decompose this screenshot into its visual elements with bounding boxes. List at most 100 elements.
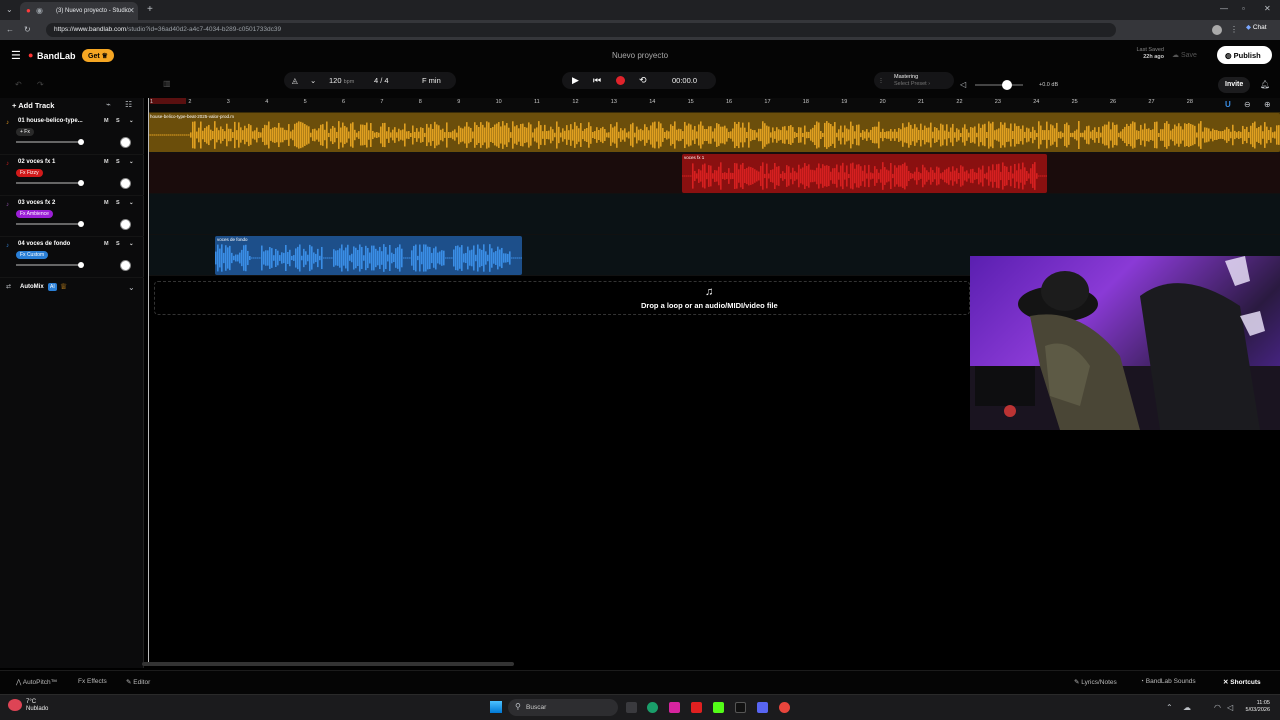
youtube-icon[interactable] <box>691 702 702 713</box>
browser-tab[interactable]: ● ◉ (3) Nuevo proyecto - Studio ✕ <box>20 2 138 20</box>
taskbar-search[interactable]: ⚲ Buscar <box>508 699 618 716</box>
close-tab-icon[interactable]: ✕ <box>128 7 135 15</box>
lane-track-2[interactable]: voces fx 1 <box>148 153 1280 194</box>
lyrics-notes-button[interactable]: ✎ Lyrics/Notes <box>1074 678 1117 686</box>
play-icon[interactable]: ▶ <box>572 75 579 86</box>
bpm-field[interactable]: 120 bpm <box>329 76 354 85</box>
edge-browser-icon[interactable] <box>647 702 658 713</box>
chevron-down-icon[interactable]: ⌄ <box>129 118 134 124</box>
save-button[interactable]: ☁ Save <box>1172 51 1197 59</box>
metronome-icon[interactable]: ◬ <box>292 76 298 85</box>
tab-list-icon[interactable]: ⌄ <box>6 6 13 14</box>
mute-button[interactable]: M <box>104 159 109 165</box>
horizontal-scrollbar[interactable] <box>142 662 514 666</box>
loop-icon[interactable]: ⟲ <box>639 75 647 86</box>
solo-button[interactable]: S <box>116 241 120 247</box>
back-icon[interactable]: ← <box>6 26 14 34</box>
track-pan-knob[interactable] <box>120 137 131 148</box>
close-window-icon[interactable]: ✕ <box>1264 5 1271 13</box>
snap-magnet-icon[interactable]: U <box>1225 101 1231 109</box>
zoom-out-icon[interactable]: ⊖ <box>1244 101 1251 109</box>
speaker-icon[interactable]: ◁ <box>960 81 966 89</box>
track-fx-badge[interactable]: Fx Custom <box>16 251 49 259</box>
track-volume-knob[interactable] <box>78 180 84 186</box>
playhead[interactable] <box>148 98 149 666</box>
effects-button[interactable]: Fx Effects <box>78 678 107 685</box>
add-track-button[interactable]: + Add Track <box>12 101 54 110</box>
track-pan-knob[interactable] <box>120 178 131 189</box>
lane-track-1[interactable]: house-belico-type-beat-2025-valor-prod.m <box>148 112 1280 153</box>
weather-widget[interactable]: 7°C Nublado <box>26 699 48 713</box>
mute-button[interactable]: M <box>104 200 109 206</box>
wifi-icon[interactable]: ◠ <box>1214 704 1221 712</box>
track-header[interactable]: ♪ 03 voces fx 2 M S ⌄ Fx Ambience <box>0 196 144 237</box>
tuner-icon[interactable]: ⌁ <box>106 101 111 109</box>
track-volume-slider[interactable] <box>16 182 82 184</box>
solo-button[interactable]: S <box>116 118 120 124</box>
bandlab-logo[interactable]: BandLab <box>37 51 76 61</box>
chevron-down-icon[interactable]: ⌄ <box>128 284 135 292</box>
chevron-down-icon[interactable]: ⌄ <box>129 159 134 165</box>
chevron-down-icon[interactable]: ⌄ <box>129 200 134 206</box>
track-header[interactable]: ♪ 01 house-belico-type... M S ⌄ + Fx <box>0 114 144 155</box>
instagram-icon[interactable] <box>669 702 680 713</box>
record-icon[interactable] <box>616 76 625 85</box>
minimize-icon[interactable]: — <box>1220 5 1228 13</box>
volume-icon[interactable]: ◁ <box>1227 704 1233 712</box>
track-fx-badge[interactable]: + Fx <box>16 128 34 136</box>
autopitch-button[interactable]: ⋀ AutoPitch™ <box>16 678 57 686</box>
clip-voces-de-fondo[interactable]: voces de fondo <box>215 236 522 275</box>
timeline-ruler[interactable]: 1 2 3 4 5 6 7 8 9 10 11 12 13 14 15 16 17 18 19 20 21 22 23 24 2… <box>148 98 1280 112</box>
track-volume-knob[interactable] <box>78 139 84 145</box>
shortcuts-button[interactable]: ✕ Shortcuts <box>1223 678 1261 686</box>
mute-button[interactable]: M <box>104 241 109 247</box>
track-volume-slider[interactable] <box>16 264 82 266</box>
chrome-icon[interactable] <box>779 702 790 713</box>
time-signature[interactable]: 4 / 4 <box>374 76 389 85</box>
loop-region[interactable] <box>150 98 186 104</box>
get-button[interactable]: Get ♕ <box>82 49 114 62</box>
track-volume-slider[interactable] <box>16 141 82 143</box>
track-name[interactable]: 01 house-belico-type... <box>18 118 83 124</box>
track-name[interactable]: 03 voces fx 2 <box>18 200 55 206</box>
zoom-in-icon[interactable]: ⊕ <box>1264 101 1271 109</box>
publish-button[interactable]: ◍ Publish <box>1217 46 1272 64</box>
drop-zone[interactable]: ♫ Drop a loop or an audio/MIDI/video fil… <box>154 281 970 315</box>
reload-icon[interactable]: ↻ <box>24 26 31 34</box>
track-name[interactable]: 02 voces fx 1 <box>18 159 55 165</box>
automix-row[interactable]: ⇄ AutoMix AI ♕ ⌄ <box>0 281 144 295</box>
track-pan-knob[interactable] <box>120 260 131 271</box>
system-clock[interactable]: 11:05 5/03/2026 <box>1240 700 1270 714</box>
kick-icon[interactable] <box>713 702 724 713</box>
track-volume-knob[interactable] <box>78 221 84 227</box>
track-header[interactable]: ♪ 02 voces fx 1 M S ⌄ Fx Fizzy <box>0 155 144 196</box>
new-tab-icon[interactable]: + <box>147 5 153 15</box>
track-volume-slider[interactable] <box>16 223 82 225</box>
mixer-toggle-icon[interactable]: ▥ <box>163 80 171 88</box>
tray-chevron-icon[interactable]: ⌃ <box>1166 704 1173 712</box>
editor-button[interactable]: ✎ Editor <box>126 678 150 686</box>
track-fx-badge[interactable]: Fx Fizzy <box>16 169 43 177</box>
chat-button[interactable]: ◆ Chat <box>1246 24 1267 32</box>
undo-icon[interactable]: ↶ <box>15 81 22 89</box>
cloud-icon[interactable]: ☁ <box>1183 704 1191 712</box>
lane-track-3[interactable] <box>148 194 1280 235</box>
menu-dots-icon[interactable]: ⋮ <box>1230 26 1238 34</box>
mastering-button[interactable]: ⫶ Mastering Select Preset › <box>874 72 954 89</box>
bandlab-sounds-button[interactable]: ◔ BandLab Sounds <box>1140 678 1196 685</box>
notification-bell-icon[interactable]: 🔔︎ <box>1260 81 1270 89</box>
tiktok-icon[interactable] <box>735 702 746 713</box>
skip-to-start-icon[interactable]: ⏮ <box>593 75 601 86</box>
maximize-icon[interactable]: ▫ <box>1242 5 1245 13</box>
solo-button[interactable]: S <box>116 159 120 165</box>
track-volume-knob[interactable] <box>78 262 84 268</box>
track-header[interactable]: ♪ 04 voces de fondo M S ⌄ Fx Custom <box>0 237 144 278</box>
clip-voces-fx-1[interactable]: voces fx 1 <box>682 154 1047 193</box>
hamburger-menu-icon[interactable]: ☰ <box>11 51 21 62</box>
redo-icon[interactable]: ↷ <box>37 81 44 89</box>
discord-icon[interactable] <box>757 702 768 713</box>
project-title[interactable]: Nuevo proyecto <box>580 51 700 60</box>
profile-avatar-icon[interactable] <box>1212 25 1222 35</box>
metronome-dropdown-icon[interactable]: ⌄ <box>310 76 316 85</box>
start-button-icon[interactable] <box>490 701 502 713</box>
